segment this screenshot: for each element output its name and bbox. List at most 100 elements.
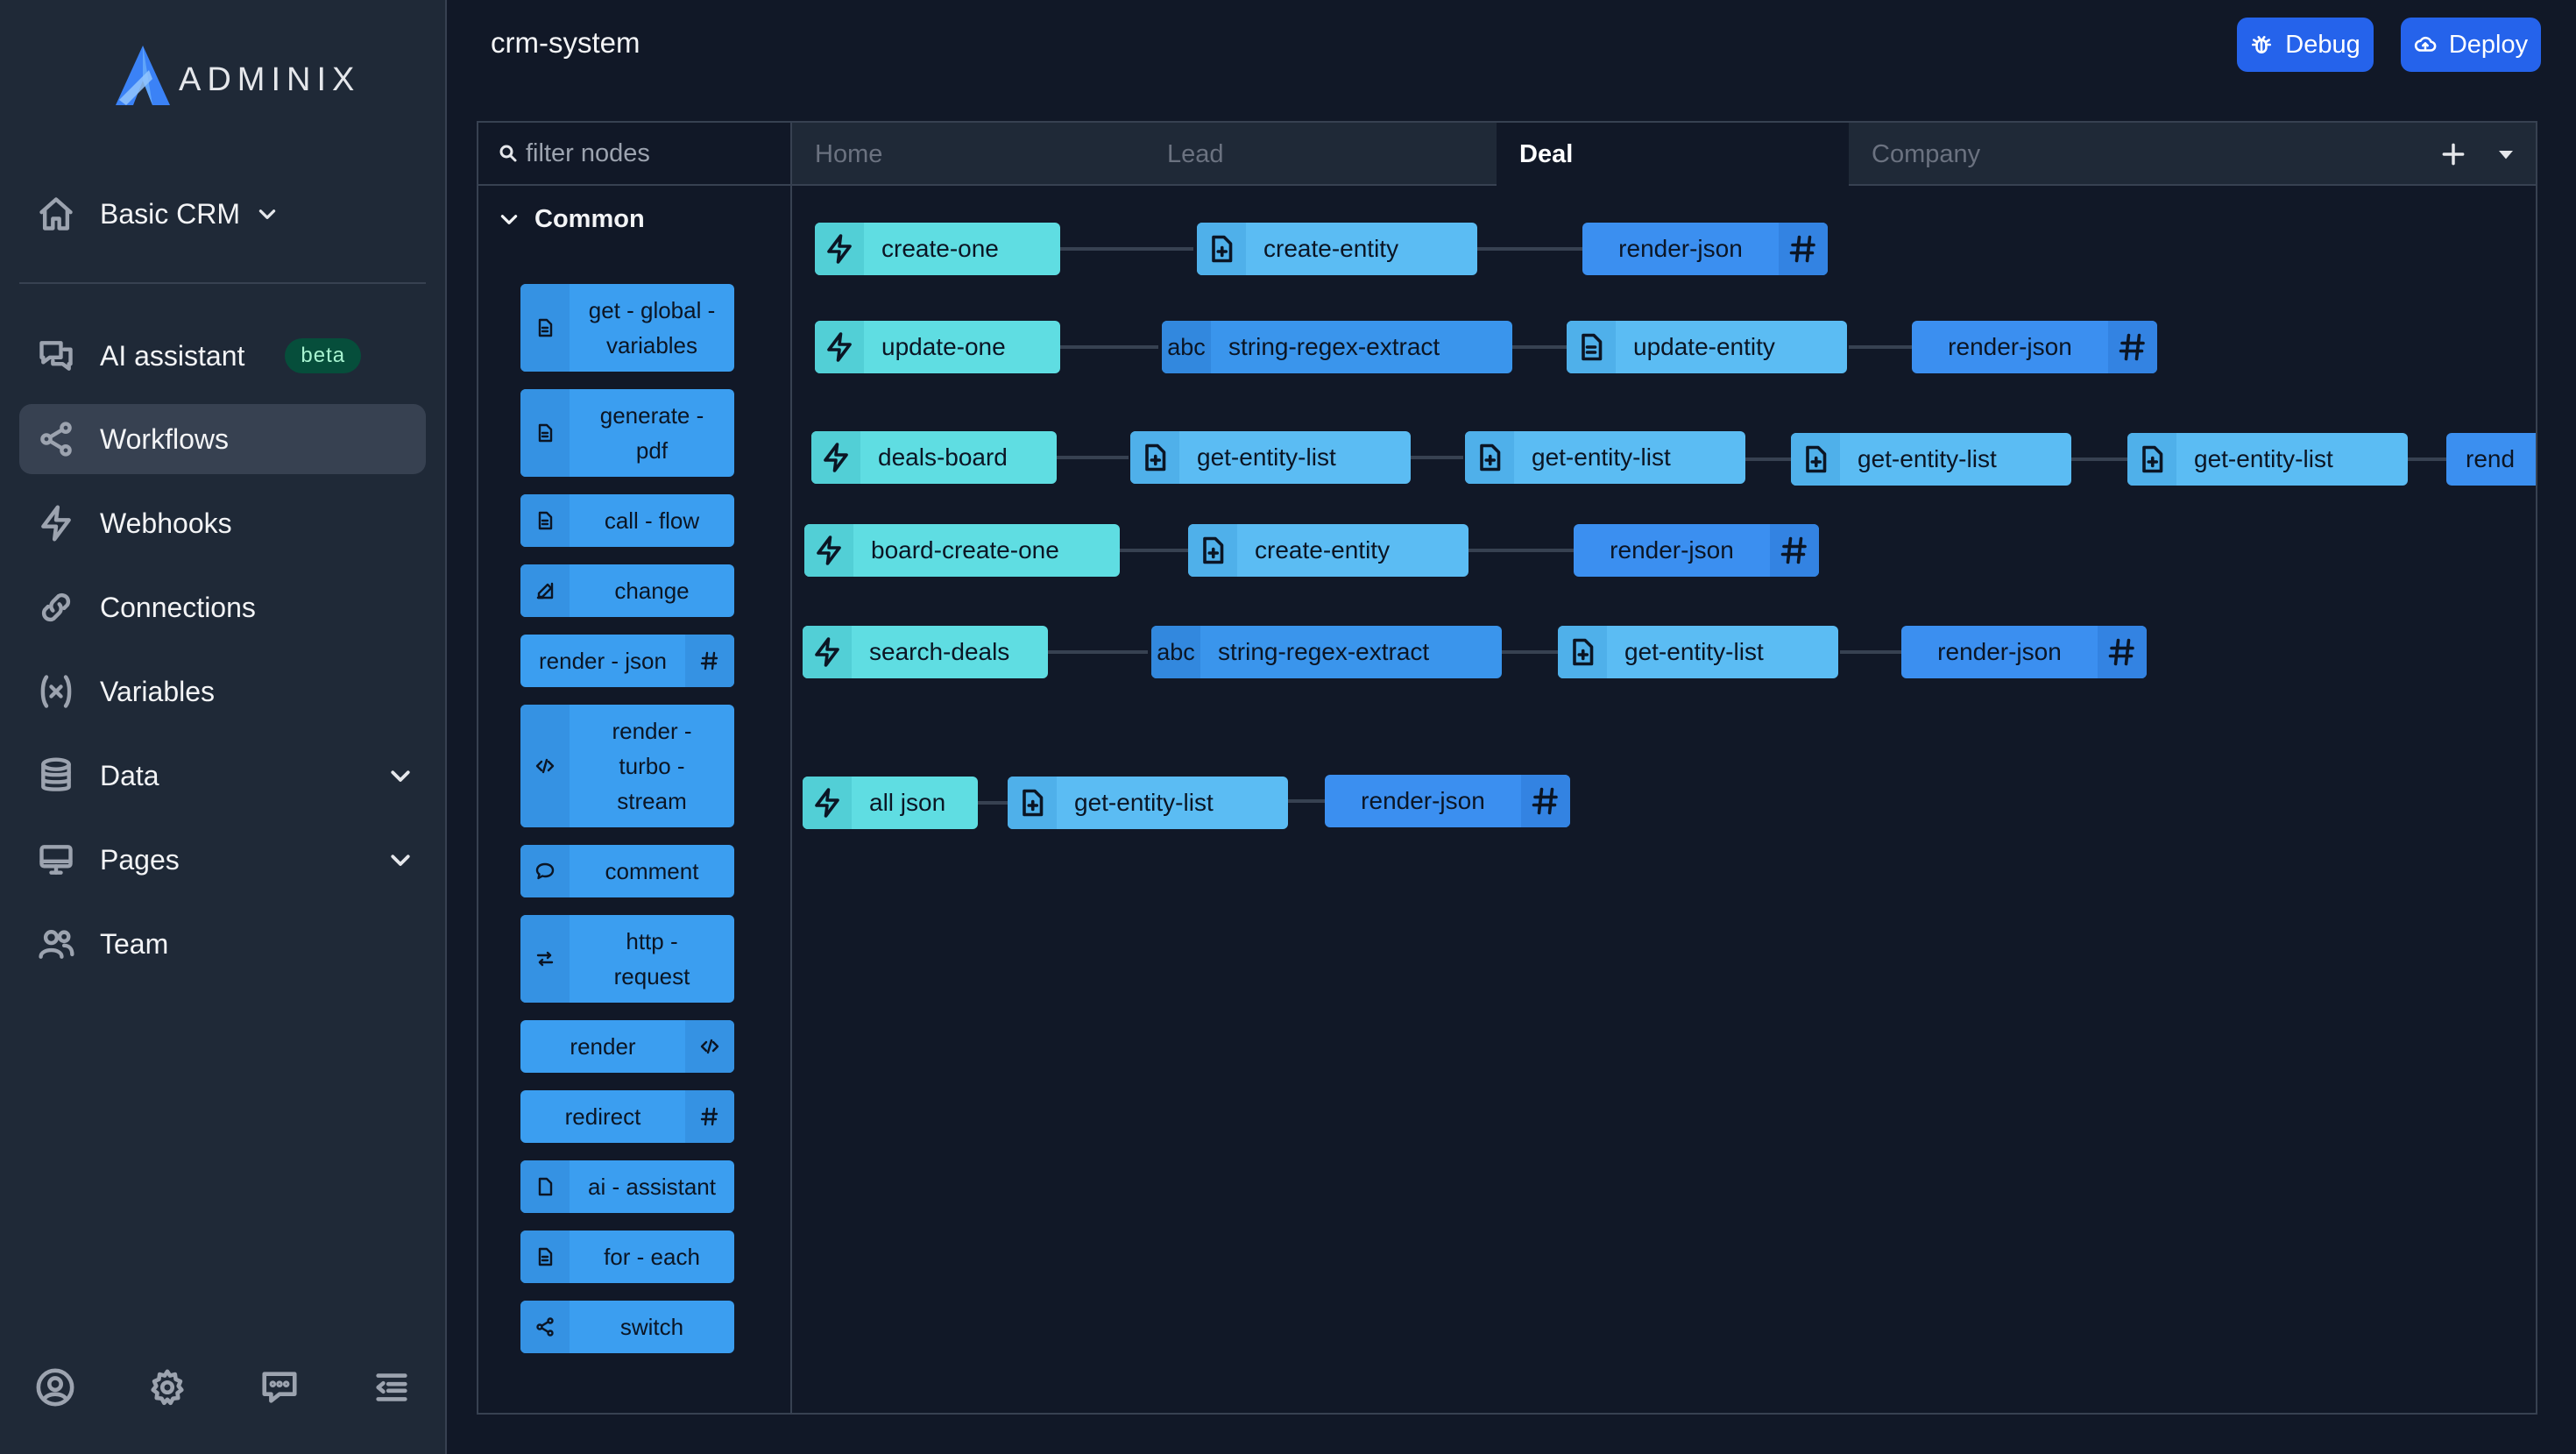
flow-node[interactable]: render-json	[1901, 626, 2147, 678]
variable-icon	[40, 675, 72, 708]
flow-node[interactable]: update-entity	[1567, 321, 1847, 373]
document-plus-icon	[1480, 443, 1501, 472]
bolt-icon	[827, 332, 852, 362]
flow-edge	[1284, 799, 1325, 803]
flow-node[interactable]: create-entity	[1188, 524, 1468, 577]
hash-icon	[700, 651, 718, 670]
flow-node[interactable]: render-json	[1574, 524, 1819, 577]
flow-node[interactable]: abc string-regex-extract	[1162, 321, 1512, 373]
hash-icon	[700, 1107, 718, 1126]
flow-node[interactable]: get-entity-list	[1130, 431, 1411, 484]
sidebar-item-connections[interactable]: Connections	[19, 572, 426, 642]
flow-node[interactable]: board-create-one	[804, 524, 1120, 577]
flow-edge	[1409, 456, 1463, 459]
sidebar-item-label: Variables	[100, 675, 216, 707]
beta-badge: beta	[285, 338, 362, 373]
palette-item-call-flow[interactable]: call - flow	[520, 494, 734, 547]
collapse-menu-icon[interactable]	[372, 1367, 412, 1408]
palette-item-switch[interactable]: switch	[520, 1301, 734, 1353]
chat-bubbles-icon	[39, 341, 73, 371]
sidebar-item-ai-assistant[interactable]: AI assistant beta	[19, 321, 426, 391]
flow-node[interactable]: render-json	[1325, 775, 1570, 827]
sidebar-item-data[interactable]: Data	[19, 741, 426, 811]
gear-icon[interactable]	[147, 1367, 188, 1408]
tab-deal[interactable]: Deal	[1497, 123, 1849, 186]
palette-item-http-request[interactable]: http - request	[520, 915, 734, 1003]
palette-item-ai-assistant[interactable]: ai - assistant	[520, 1160, 734, 1213]
document-plus-icon	[1023, 789, 1044, 817]
flow-node[interactable]: all json	[803, 777, 978, 829]
palette-item-comment[interactable]: comment	[520, 845, 734, 897]
flow-node[interactable]: get-entity-list	[1008, 777, 1288, 829]
flow-node[interactable]: search-deals	[803, 626, 1048, 678]
user-circle-icon[interactable]	[35, 1367, 75, 1408]
flow-edge	[2071, 457, 2129, 461]
filter-placeholder: filter nodes	[526, 138, 650, 167]
flow-node[interactable]: get-entity-list	[1558, 626, 1838, 678]
chevron-down-icon	[391, 770, 410, 782]
cloud-upload-icon	[2414, 36, 2437, 52]
flow-node[interactable]: deals-board	[811, 431, 1057, 484]
palette-item-render-json[interactable]: render - json	[520, 635, 734, 687]
project-selector[interactable]: Basic CRM	[37, 186, 279, 242]
sidebar-item-variables[interactable]: Variables	[19, 656, 426, 727]
group-title: Common	[534, 204, 645, 233]
sidebar-item-webhooks[interactable]: Webhooks	[19, 488, 426, 558]
palette-item-for-each[interactable]: for - each	[520, 1231, 734, 1283]
document-icon	[538, 511, 553, 530]
flow-edge	[1043, 650, 1148, 654]
debug-button[interactable]: Debug	[2237, 18, 2374, 72]
flow-node[interactable]: get-entity-list	[1465, 431, 1745, 484]
flow-node[interactable]: render-json	[1582, 223, 1828, 275]
document-plus-icon	[1145, 443, 1166, 472]
sidebar-item-label: Team	[100, 927, 169, 960]
palette-item-change[interactable]: change	[520, 564, 734, 617]
palette-item-generate-pdf[interactable]: generate - pdf	[520, 389, 734, 477]
chevron-down-icon	[391, 855, 410, 866]
sidebar-item-workflows[interactable]: Workflows	[19, 404, 426, 474]
flow-node[interactable]: create-one	[815, 223, 1060, 275]
logo[interactable]: ADMINIX	[114, 42, 360, 109]
sidebar-footer	[35, 1367, 412, 1408]
sidebar-divider	[19, 282, 426, 284]
share-icon	[40, 422, 72, 457]
tab-company[interactable]: Company	[1849, 123, 2201, 186]
flow-edge	[1467, 549, 1574, 552]
sidebar-item-label: AI assistant	[100, 339, 245, 372]
tab-lead[interactable]: Lead	[1144, 123, 1497, 186]
sidebar-item-team[interactable]: Team	[19, 909, 426, 979]
filter-nodes-input[interactable]: filter nodes	[478, 123, 790, 186]
flow-node[interactable]: get-entity-list	[2127, 433, 2408, 486]
flow-node[interactable]: rend	[2446, 433, 2536, 486]
arrows-icon	[536, 951, 554, 967]
sidebar-item-label: Pages	[100, 843, 180, 876]
tab-home[interactable]: Home	[792, 123, 1144, 186]
palette-group-common[interactable]: Common	[478, 186, 790, 252]
flow-edge	[1497, 650, 1560, 654]
hash-icon	[1780, 536, 1807, 564]
palette-item-get-global-variables[interactable]: get - global - variables	[520, 284, 734, 372]
bolt-icon	[827, 234, 852, 264]
flow-canvas[interactable]: create-one create-entity render-json upd…	[792, 186, 2536, 1413]
users-icon	[39, 930, 74, 959]
palette-item-render-turbo-stream[interactable]: render - turbo - stream	[520, 705, 734, 827]
add-tab-icon[interactable]	[2439, 140, 2467, 168]
monitor-icon	[39, 845, 73, 875]
flow-node[interactable]: render-json	[1912, 321, 2157, 373]
tabs-dropdown-icon[interactable]	[2492, 140, 2520, 168]
palette-item-render[interactable]: render	[520, 1020, 734, 1073]
logo-mark-icon	[116, 46, 170, 105]
sidebar-item-label: Connections	[100, 591, 256, 623]
flow-node[interactable]: get-entity-list	[1791, 433, 2071, 486]
palette-item-redirect[interactable]: redirect	[520, 1090, 734, 1143]
bolt-icon	[824, 443, 848, 472]
debug-label: Debug	[2285, 30, 2360, 59]
flow-node[interactable]: abc string-regex-extract	[1151, 626, 1502, 678]
sidebar-item-pages[interactable]: Pages	[19, 825, 426, 895]
deploy-button[interactable]: Deploy	[2401, 18, 2541, 72]
flow-node[interactable]: update-one	[815, 321, 1060, 373]
flow-node[interactable]: create-entity	[1197, 223, 1477, 275]
hash-icon	[1532, 787, 1558, 815]
chat-icon[interactable]	[259, 1367, 300, 1408]
document-plus-icon	[1212, 235, 1233, 263]
